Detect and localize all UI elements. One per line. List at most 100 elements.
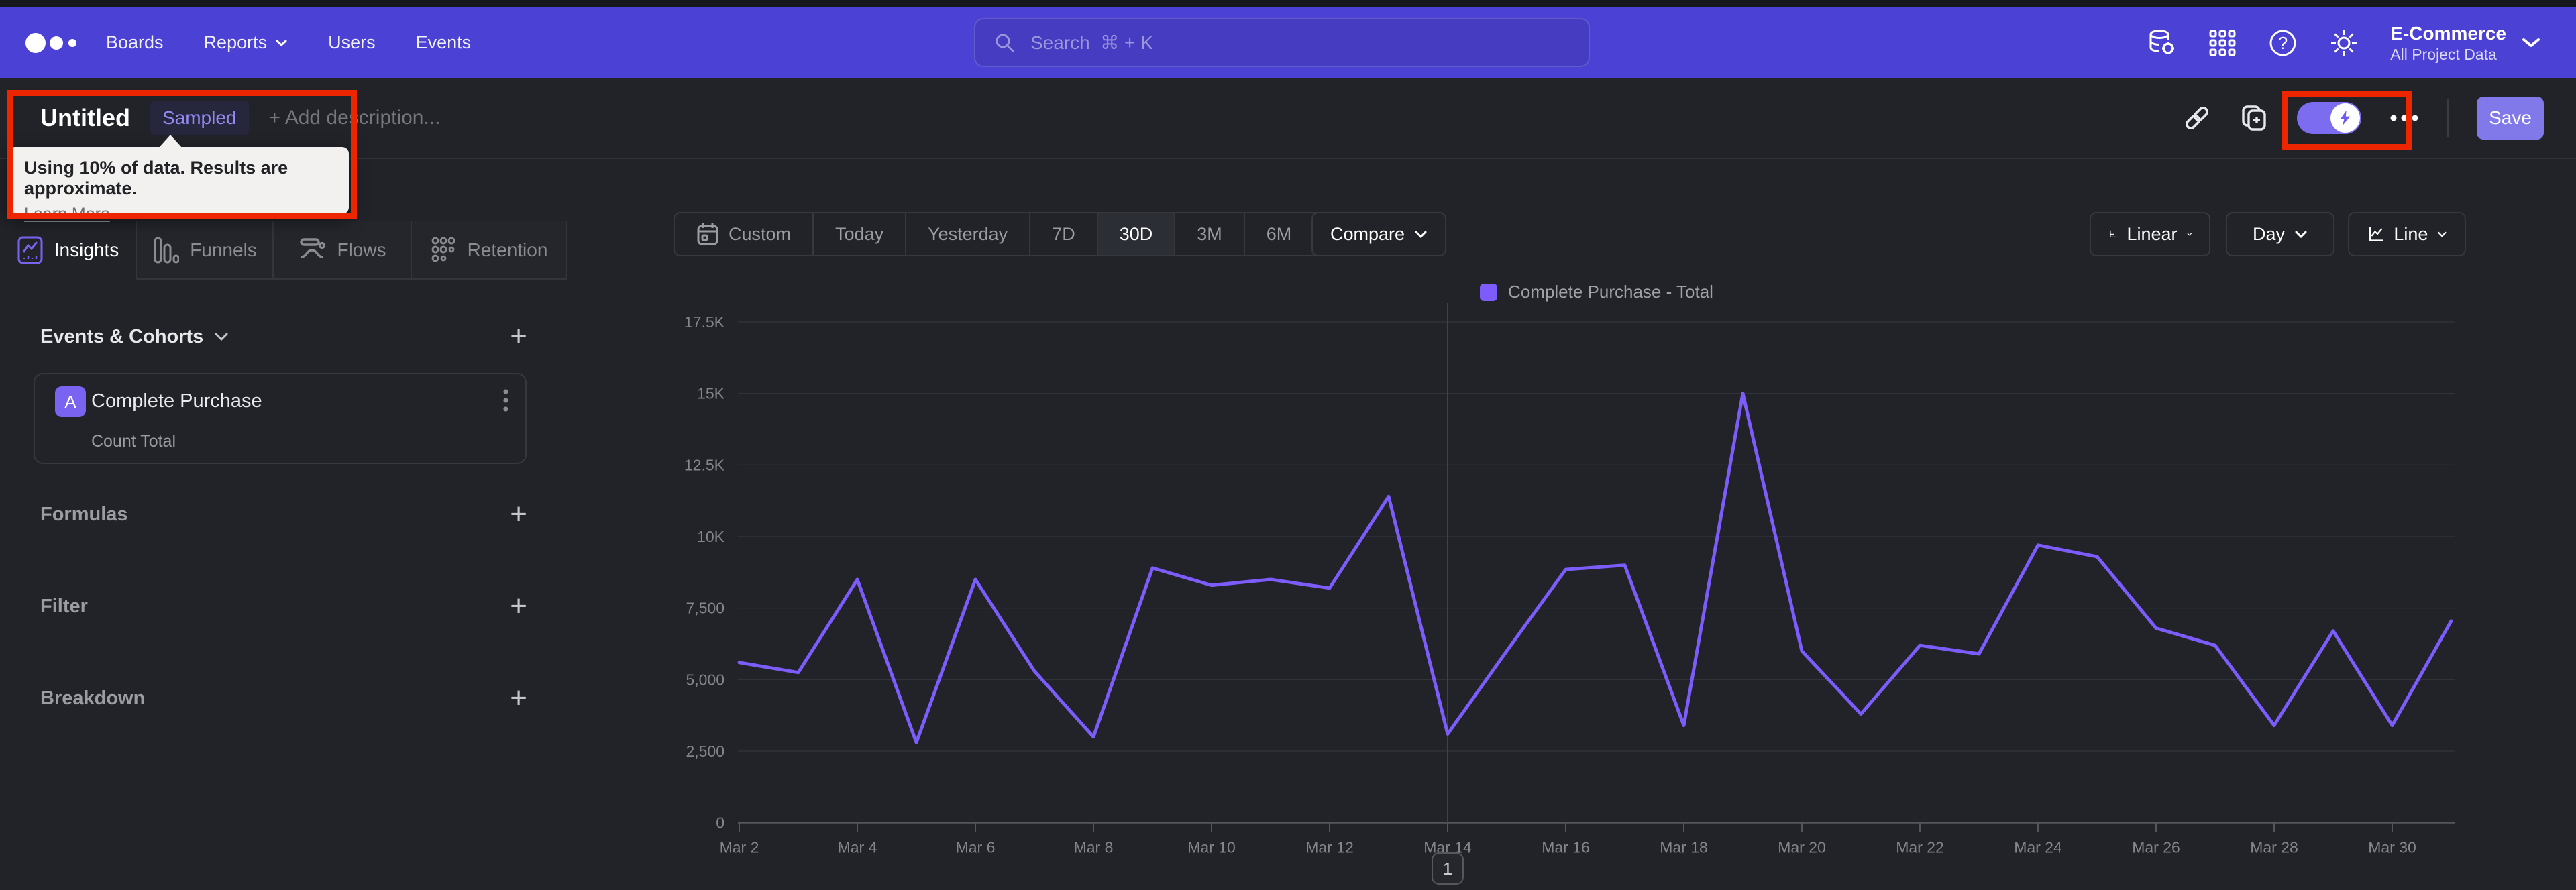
nav-item-reports[interactable]: Reports (184, 32, 309, 53)
linear-scale-icon (2110, 230, 2117, 238)
range-label: Today (835, 223, 884, 244)
sampled-badge[interactable]: Sampled (150, 101, 249, 135)
chevron-down-icon (2295, 231, 2307, 238)
range-label: 30D (1119, 223, 1153, 244)
filter-label: Filter (40, 595, 88, 617)
nav-item-events[interactable]: Events (396, 32, 492, 53)
sampling-tooltip-message: Using 10% of data. Results are approxima… (24, 158, 288, 199)
scale-dropdown[interactable]: Linear (2090, 212, 2210, 256)
x-axis-tick-label: Mar 28 (2250, 839, 2298, 856)
window-top-strip (0, 0, 2576, 7)
chart-type-dropdown[interactable]: Line (2348, 212, 2466, 256)
chevron-down-icon (1415, 231, 1427, 238)
range-today[interactable]: Today (814, 213, 907, 255)
x-axis-tick-label: Mar 26 (2132, 839, 2180, 856)
calendar-icon (697, 223, 718, 245)
tab-insights[interactable]: Insights (0, 221, 137, 280)
report-title[interactable]: Untitled (40, 104, 130, 132)
report-header-actions: Save (2183, 78, 2544, 158)
x-axis-tick-label: Mar 6 (956, 839, 996, 856)
tab-label: Insights (54, 239, 119, 260)
tab-funnels[interactable]: Funnels (137, 221, 274, 280)
compare-button[interactable]: Compare (1311, 212, 1447, 256)
help-icon[interactable]: ? (2268, 28, 2298, 58)
x-axis-tick-label: Mar 10 (1187, 839, 1236, 856)
report-type-tabs: Insights Funnels Flows Retention (0, 221, 567, 280)
y-axis-tick-label: 7,500 (686, 600, 724, 617)
learn-more-link[interactable]: Learn More (24, 205, 110, 224)
tab-retention[interactable]: Retention (412, 221, 567, 280)
add-breakdown-button[interactable]: + (510, 683, 527, 713)
range-yesterday[interactable]: Yesterday (906, 213, 1031, 255)
event-metric[interactable]: Count Total (91, 432, 176, 451)
more-options-icon[interactable] (2390, 114, 2419, 122)
tab-label: Flows (337, 239, 386, 260)
scale-label: Linear (2127, 223, 2178, 244)
range-7d[interactable]: 7D (1030, 213, 1098, 255)
nav-right-cluster: ? E-Commerce All Project Data (2146, 7, 2541, 78)
event-card[interactable]: A Complete Purchase Count Total (34, 373, 527, 464)
app-window: BoardsReportsUsersEvents ? E-Commerc (0, 0, 2576, 890)
add-filter-button[interactable]: + (510, 592, 527, 621)
y-axis-tick-label: 2,500 (686, 742, 724, 760)
line-chart-icon (2369, 227, 2383, 241)
nav-item-boards[interactable]: Boards (86, 32, 184, 53)
header-divider (2447, 99, 2449, 137)
range-label: 7D (1052, 223, 1075, 244)
x-axis-tick-label: Mar 16 (1542, 839, 1590, 856)
search-input[interactable] (1029, 31, 1571, 54)
x-axis-tick-label: Mar 4 (838, 839, 877, 856)
mixpanel-logo-icon[interactable] (24, 30, 79, 56)
project-scope: All Project Data (2390, 45, 2497, 63)
y-axis-tick-label: 0 (716, 814, 724, 832)
settings-gear-icon[interactable] (2328, 27, 2359, 58)
project-selector[interactable]: E-Commerce All Project Data (2390, 22, 2541, 64)
breakdown-label: Breakdown (40, 687, 146, 709)
tooltip-arrow (158, 135, 182, 148)
sampling-tooltip: Using 10% of data. Results are approxima… (8, 147, 349, 223)
report-header: Untitled Sampled + Add description... Sa… (0, 78, 2576, 159)
save-button[interactable]: Save (2477, 97, 2544, 140)
tab-label: Funnels (190, 239, 257, 260)
duplicate-icon[interactable] (2239, 103, 2269, 133)
copy-link-icon[interactable] (2183, 104, 2211, 132)
range-3m[interactable]: 3M (1175, 213, 1245, 255)
formulas-section: Formulas + (40, 500, 527, 529)
compare-label: Compare (1330, 223, 1405, 244)
event-kebab-icon[interactable] (502, 386, 509, 416)
x-axis-tick-label: Mar 20 (1778, 839, 1826, 856)
sampling-toggle[interactable] (2297, 102, 2361, 134)
nav-item-users[interactable]: Users (308, 32, 396, 53)
x-axis-tick-label: Mar 8 (1074, 839, 1114, 856)
add-event-button[interactable]: + (510, 322, 527, 351)
line-chart[interactable]: 0 2,500 5,000 7,500 10K 12.5K 15K 17.5K Mar 2 Mar… (671, 295, 2496, 890)
add-formula-button[interactable]: + (510, 500, 527, 529)
data-management-icon[interactable] (2146, 27, 2177, 58)
x-axis-tick-label: Mar 22 (1896, 839, 1944, 856)
flows-icon (298, 236, 326, 264)
event-name[interactable]: Complete Purchase (91, 390, 262, 412)
granularity-label: Day (2252, 223, 2285, 244)
chart-type-label: Line (2394, 223, 2428, 244)
x-axis-tick-label: Mar 2 (720, 839, 759, 856)
breakdown-section: Breakdown + (40, 683, 527, 713)
chevron-down-icon (276, 40, 287, 46)
filter-section: Filter + (40, 592, 527, 621)
tab-flows[interactable]: Flows (274, 221, 412, 280)
search-bar[interactable] (974, 18, 1590, 67)
x-axis-tick-label: Mar 24 (2014, 839, 2062, 856)
nav-item-label: Reports (203, 32, 268, 52)
events-cohorts-label: Events & Cohorts (40, 325, 204, 347)
nav-menu: Boards Reports Users Events (86, 7, 491, 78)
range-6m[interactable]: 6M (1245, 213, 1315, 255)
range-30d[interactable]: 30D (1097, 213, 1176, 255)
add-description[interactable]: + Add description... (269, 107, 441, 129)
x-axis-tick-label: Mar 30 (2368, 839, 2416, 856)
granularity-dropdown[interactable]: Day (2226, 212, 2334, 256)
annotation-marker-label: 1 (1443, 858, 1452, 879)
range-custom[interactable]: Custom (675, 213, 814, 255)
project-name: E-Commerce (2390, 22, 2506, 44)
apps-grid-icon[interactable] (2208, 28, 2237, 58)
events-cohorts-title[interactable]: Events & Cohorts (40, 326, 229, 348)
y-axis-tick-label: 12.5K (684, 456, 725, 474)
